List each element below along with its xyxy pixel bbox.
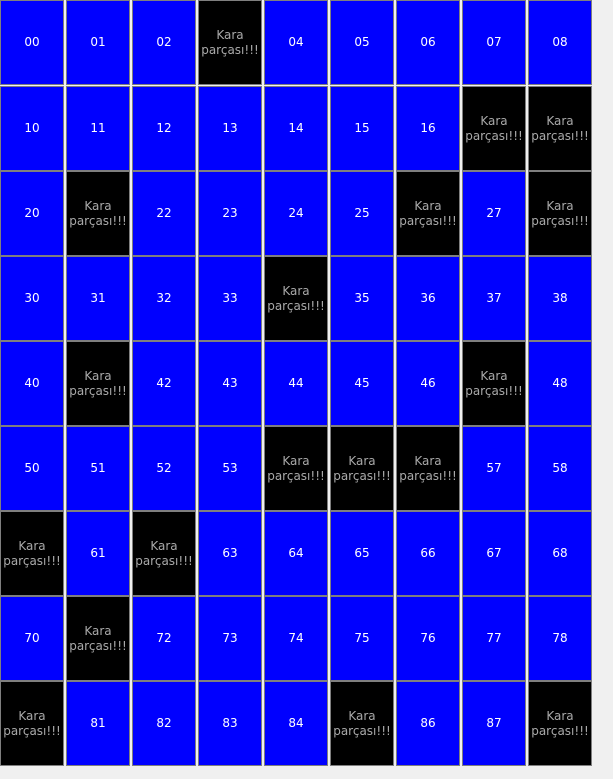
grid-cell[interactable]: 33 — [198, 256, 262, 341]
grid-cell[interactable]: 51 — [66, 426, 130, 511]
grid-cell[interactable]: Kara parçası!!! — [462, 341, 526, 426]
grid-cell[interactable]: 43 — [198, 341, 262, 426]
grid-cell[interactable]: Kara parçası!!! — [528, 171, 592, 256]
grid-cell[interactable]: Kara parçası!!! — [66, 596, 130, 681]
grid-cell[interactable]: 35 — [330, 256, 394, 341]
grid-cell[interactable]: 61 — [66, 511, 130, 596]
grid-cell[interactable]: 81 — [66, 681, 130, 766]
grid-cell[interactable]: 16 — [396, 86, 460, 171]
grid-cell[interactable]: 08 — [528, 0, 592, 85]
grid-cell[interactable]: 87 — [462, 681, 526, 766]
grid-cell[interactable]: Kara parçası!!! — [396, 171, 460, 256]
grid-cell[interactable]: 22 — [132, 171, 196, 256]
grid-cell[interactable]: 84 — [264, 681, 328, 766]
grid-cell[interactable]: 46 — [396, 341, 460, 426]
grid-cell[interactable]: 86 — [396, 681, 460, 766]
grid-cell[interactable]: 65 — [330, 511, 394, 596]
grid-cell[interactable]: 14 — [264, 86, 328, 171]
grid-cell[interactable]: 42 — [132, 341, 196, 426]
grid-cell[interactable]: 04 — [264, 0, 328, 85]
grid-cell[interactable]: 00 — [0, 0, 64, 85]
grid-cell[interactable]: 24 — [264, 171, 328, 256]
grid-cell[interactable]: Kara parçası!!! — [528, 681, 592, 766]
game-board: 00 01 02 Kara parçası!!! 04 05 06 07 08 10 11 12 13 1… — [0, 0, 594, 767]
grid-cell[interactable]: 20 — [0, 171, 64, 256]
grid-cell[interactable]: 76 — [396, 596, 460, 681]
grid-cell[interactable]: Kara parçası!!! — [462, 86, 526, 171]
grid-cell[interactable]: 78 — [528, 596, 592, 681]
grid-cell[interactable]: 83 — [198, 681, 262, 766]
grid-cell[interactable]: 31 — [66, 256, 130, 341]
grid-cell[interactable]: 38 — [528, 256, 592, 341]
grid-cell[interactable]: 82 — [132, 681, 196, 766]
grid-cell[interactable]: 15 — [330, 86, 394, 171]
grid-cell[interactable]: Kara parçası!!! — [66, 171, 130, 256]
grid-cell[interactable]: 10 — [0, 86, 64, 171]
grid-cell[interactable]: Kara parçası!!! — [264, 256, 328, 341]
grid-cell[interactable]: 27 — [462, 171, 526, 256]
grid-cell[interactable]: 77 — [462, 596, 526, 681]
grid-cell[interactable]: 73 — [198, 596, 262, 681]
grid-cell[interactable]: 52 — [132, 426, 196, 511]
grid-cell[interactable]: Kara parçası!!! — [330, 681, 394, 766]
grid-cell[interactable]: 23 — [198, 171, 262, 256]
grid-cell[interactable]: Kara parçası!!! — [528, 86, 592, 171]
grid-cell[interactable]: Kara parçası!!! — [0, 511, 64, 596]
grid-cell[interactable]: 44 — [264, 341, 328, 426]
grid-cell[interactable]: 32 — [132, 256, 196, 341]
grid-cell[interactable]: Kara parçası!!! — [264, 426, 328, 511]
grid-cell[interactable]: 30 — [0, 256, 64, 341]
grid-cell[interactable]: 37 — [462, 256, 526, 341]
grid-cell[interactable]: 13 — [198, 86, 262, 171]
grid-cell[interactable]: 12 — [132, 86, 196, 171]
grid-cell[interactable]: 40 — [0, 341, 64, 426]
grid-cell[interactable]: Kara parçası!!! — [330, 426, 394, 511]
grid-cell[interactable]: 68 — [528, 511, 592, 596]
grid-cell[interactable]: Kara parçası!!! — [0, 681, 64, 766]
grid-cell[interactable]: 74 — [264, 596, 328, 681]
grid-cell[interactable]: 01 — [66, 0, 130, 85]
grid-cell[interactable]: 50 — [0, 426, 64, 511]
grid-cell[interactable]: 05 — [330, 0, 394, 85]
grid-cell[interactable]: 75 — [330, 596, 394, 681]
grid-cell[interactable]: 67 — [462, 511, 526, 596]
grid-cell[interactable]: 64 — [264, 511, 328, 596]
grid-cell[interactable]: Kara parçası!!! — [198, 0, 262, 85]
grid-cell[interactable]: 53 — [198, 426, 262, 511]
grid-cell[interactable]: Kara parçası!!! — [66, 341, 130, 426]
grid-cell[interactable]: 48 — [528, 341, 592, 426]
grid-cell[interactable]: 58 — [528, 426, 592, 511]
grid-cell[interactable]: 63 — [198, 511, 262, 596]
grid-cell[interactable]: 45 — [330, 341, 394, 426]
grid-cell[interactable]: 06 — [396, 0, 460, 85]
grid-cell[interactable]: 70 — [0, 596, 64, 681]
grid-cell[interactable]: Kara parçası!!! — [132, 511, 196, 596]
grid-cell[interactable]: 07 — [462, 0, 526, 85]
grid-cell[interactable]: 57 — [462, 426, 526, 511]
grid-cell[interactable]: 72 — [132, 596, 196, 681]
grid-cell[interactable]: 36 — [396, 256, 460, 341]
grid-cell[interactable]: 25 — [330, 171, 394, 256]
grid-cell[interactable]: 11 — [66, 86, 130, 171]
grid-cell[interactable]: 02 — [132, 0, 196, 85]
grid-cell[interactable]: 66 — [396, 511, 460, 596]
grid-cell[interactable]: Kara parçası!!! — [396, 426, 460, 511]
